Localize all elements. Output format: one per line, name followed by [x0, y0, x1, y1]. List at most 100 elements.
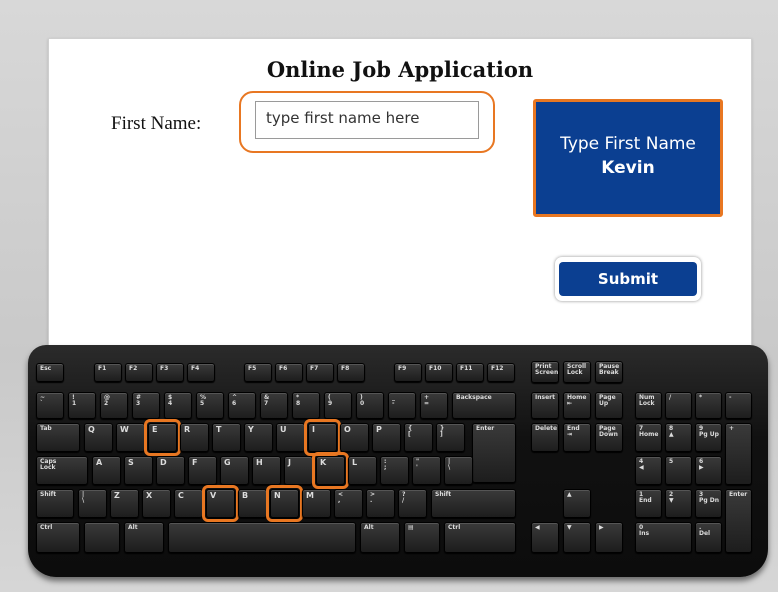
- instruction-text: Type First Name: [560, 134, 696, 154]
- highlight-key-v: [202, 485, 239, 522]
- key-p: P: [372, 423, 401, 452]
- key-enter: Enter: [472, 423, 516, 483]
- key-f7: F7: [306, 363, 334, 382]
- key-prtscr: Print Screen: [531, 361, 559, 383]
- key-m: M: [302, 489, 331, 518]
- key-a: A: [92, 456, 121, 485]
- keyboard: Esc F1 F2 F3 F4 F5 F6 F7 F8 F9 F10 F11 F12 Print Scre…: [28, 345, 768, 577]
- key-numplus: +: [725, 423, 752, 485]
- key-scrolllock: Scroll Lock: [563, 361, 591, 383]
- key-numlock: Num Lock: [635, 392, 662, 419]
- key-delete: Delete: [531, 423, 559, 452]
- key-l: L: [348, 456, 377, 485]
- key-num9: 9 Pg Up: [695, 423, 722, 452]
- key-slash: ? /: [398, 489, 427, 518]
- key-f12: F12: [487, 363, 515, 382]
- key-end: End ⇥: [563, 423, 591, 452]
- key-arrowdown: ▼: [563, 522, 591, 553]
- key-rbrace: } ]: [436, 423, 465, 452]
- key-space: [168, 522, 356, 553]
- key-num1: 1 End: [635, 489, 662, 518]
- key-3: # 3: [132, 392, 160, 419]
- key-1: ! 1: [68, 392, 96, 419]
- key-z: Z: [110, 489, 139, 518]
- key-numdivide: /: [665, 392, 692, 419]
- key-num5: 5: [665, 456, 692, 485]
- key-o: O: [340, 423, 369, 452]
- key-w: W: [116, 423, 145, 452]
- key-menu: ▤: [404, 522, 440, 553]
- key-backtick: ~ `: [36, 392, 64, 419]
- key-u: U: [276, 423, 305, 452]
- first-name-input[interactable]: type first name here: [255, 101, 479, 139]
- key-s: S: [124, 456, 153, 485]
- key-rshift: Shift: [431, 489, 516, 518]
- key-period: > .: [366, 489, 395, 518]
- key-5: % 5: [196, 392, 224, 419]
- key-pipe: | \: [78, 489, 107, 518]
- key-2: @ 2: [100, 392, 128, 419]
- key-8: * 8: [292, 392, 320, 419]
- highlight-key-i: [304, 419, 341, 456]
- key-4: $ 4: [164, 392, 192, 419]
- key-t: T: [212, 423, 241, 452]
- key-numminus: -: [725, 392, 752, 419]
- key-d: D: [156, 456, 185, 485]
- key-x: X: [142, 489, 171, 518]
- highlight-key-e: [144, 419, 181, 456]
- key-capslock: Caps Lock: [36, 456, 88, 485]
- key-lbrace: { [: [404, 423, 433, 452]
- application-card: Online Job Application First Name: type …: [48, 38, 752, 380]
- key-7: & 7: [260, 392, 288, 419]
- key-f10: F10: [425, 363, 453, 382]
- highlight-key-n: [266, 485, 303, 522]
- key-f11: F11: [456, 363, 484, 382]
- key-pageup: Page Up: [595, 392, 623, 419]
- key-h: H: [252, 456, 281, 485]
- submit-button-frame: Submit: [555, 257, 701, 301]
- key-f9: F9: [394, 363, 422, 382]
- key-lshift: Shift: [36, 489, 74, 518]
- key-esc: Esc: [36, 363, 64, 382]
- key-lalt: Alt: [124, 522, 164, 553]
- key-nummultiply: *: [695, 392, 722, 419]
- key-num0: 0 Ins: [635, 522, 692, 553]
- key-arrowleft: ◀: [531, 522, 559, 553]
- key-num4: 4 ◀: [635, 456, 662, 485]
- key-f6: F6: [275, 363, 303, 382]
- key-c: C: [174, 489, 203, 518]
- instruction-panel: Type First Name Kevin: [533, 99, 723, 217]
- key-9: ( 9: [324, 392, 352, 419]
- key-b: B: [238, 489, 267, 518]
- submit-button[interactable]: Submit: [559, 262, 697, 296]
- key-pagedown: Page Down: [595, 423, 623, 452]
- key-0: ) 0: [356, 392, 384, 419]
- instruction-name: Kevin: [601, 158, 655, 178]
- key-f2: F2: [125, 363, 153, 382]
- highlight-key-k: [312, 452, 349, 489]
- key-equals: + =: [420, 392, 448, 419]
- key-g: G: [220, 456, 249, 485]
- key-num7: 7 Home: [635, 423, 662, 452]
- key-j: J: [284, 456, 313, 485]
- key-comma: < ,: [334, 489, 363, 518]
- key-r: R: [180, 423, 209, 452]
- key-num3: 3 Pg Dn: [695, 489, 722, 518]
- key-home: Home ⇤: [563, 392, 591, 419]
- key-num2: 2 ▼: [665, 489, 692, 518]
- key-minus: _ -: [388, 392, 416, 419]
- key-f8: F8: [337, 363, 365, 382]
- key-f3: F3: [156, 363, 184, 382]
- key-quote: " ': [412, 456, 441, 485]
- key-pausebreak: Pause Break: [595, 361, 623, 383]
- key-f: F: [188, 456, 217, 485]
- key-ralt: Alt: [360, 522, 400, 553]
- key-backspace: Backspace: [452, 392, 516, 419]
- key-arrowright: ▶: [595, 522, 623, 553]
- key-numdecimal: . Del: [695, 522, 722, 553]
- key-arrowup: ▲: [563, 489, 591, 518]
- key-f5: F5: [244, 363, 272, 382]
- key-backslash: | \: [444, 456, 473, 485]
- key-rctrl: Ctrl: [444, 522, 516, 553]
- first-name-label: First Name:: [111, 113, 202, 134]
